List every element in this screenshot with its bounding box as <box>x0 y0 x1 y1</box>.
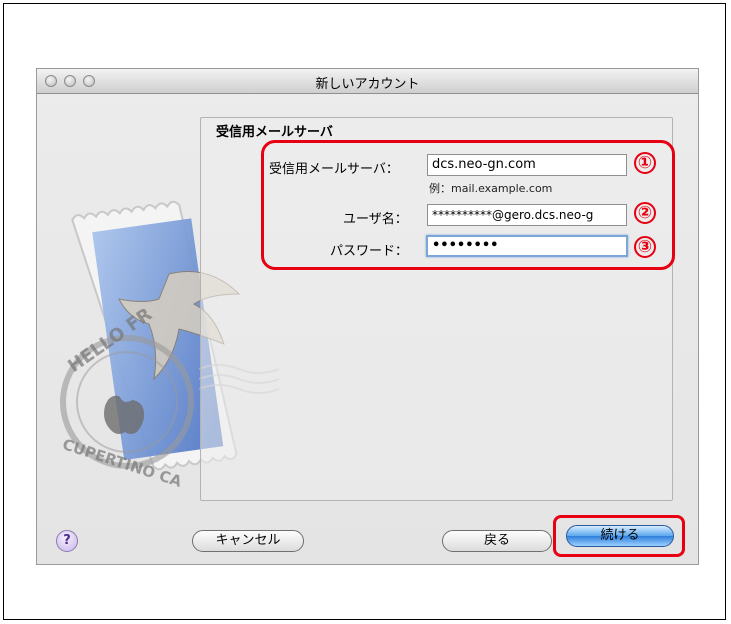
highlight-callout <box>261 140 675 270</box>
help-button[interactable]: ? <box>56 530 78 552</box>
section-title: 受信用メールサーバ <box>216 125 333 140</box>
continue-button[interactable]: 続ける <box>566 525 674 547</box>
title-bar: 新しいアカウント <box>37 69 698 94</box>
window-title: 新しいアカウント <box>315 77 420 92</box>
back-button[interactable]: 戻る <box>442 530 552 552</box>
new-account-window: 新しいアカウント HELLO FR CUPERTINO CA 受信用メールサーバ… <box>36 68 699 565</box>
cancel-button[interactable]: キャンセル <box>192 530 304 552</box>
marker-3: ③ <box>634 236 656 258</box>
marker-2: ② <box>634 202 656 224</box>
marker-1: ① <box>634 152 656 174</box>
